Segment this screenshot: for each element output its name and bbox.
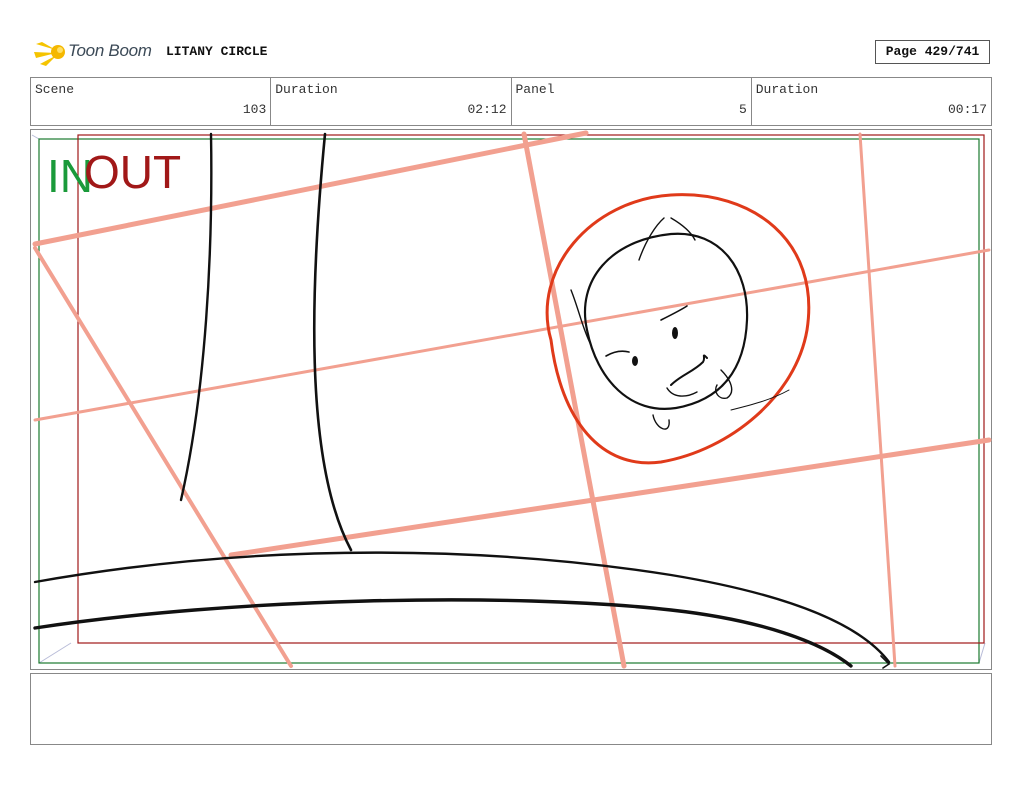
scene-duration-label: Duration bbox=[275, 82, 338, 97]
storyboard-panel bbox=[30, 129, 992, 670]
logo-text: Toon Boom bbox=[68, 41, 152, 60]
in-frame bbox=[38, 138, 980, 664]
scene-duration-cell: Duration 02:12 bbox=[271, 78, 512, 125]
project-title: LITANY CIRCLE bbox=[166, 44, 268, 59]
corner-guide bbox=[31, 134, 40, 140]
panel-info-row: Scene 103 Duration 02:12 Panel 5 Duratio… bbox=[30, 77, 992, 126]
panel-drawing bbox=[31, 130, 992, 669]
panel-duration-label: Duration bbox=[755, 82, 819, 97]
corner-guide bbox=[38, 642, 72, 664]
scene-cell: Scene 103 bbox=[31, 78, 272, 125]
panel-value: 5 bbox=[738, 102, 747, 117]
perspective-grid bbox=[32, 130, 992, 669]
out-frame-label: OUT bbox=[84, 146, 182, 198]
panel-duration-cell: Duration 00:17 bbox=[752, 78, 991, 125]
ground-strokes bbox=[33, 551, 891, 669]
panel-cell: Panel 5 bbox=[512, 78, 752, 125]
panel-duration-value: 00:17 bbox=[947, 102, 987, 117]
page-indicator: Page 429/741 bbox=[875, 40, 990, 64]
corner-guide bbox=[978, 642, 986, 664]
character-face-sketch bbox=[570, 217, 790, 430]
scene-duration-value: 02:12 bbox=[467, 102, 507, 117]
panel-notes[interactable] bbox=[30, 673, 992, 745]
panel-label: Panel bbox=[515, 82, 555, 97]
scene-label: Scene bbox=[35, 82, 75, 97]
scene-value: 103 bbox=[242, 102, 267, 117]
